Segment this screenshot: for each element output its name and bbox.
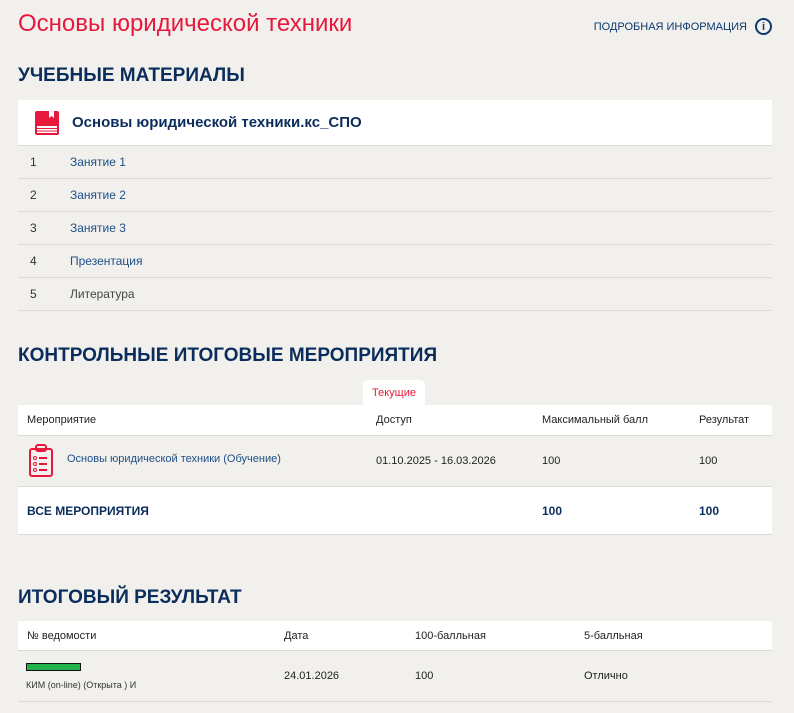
col-header: Результат (699, 414, 750, 426)
info-icon: i (755, 18, 772, 35)
sheet-name: КИМ (on-line) (Открыта ) И (26, 680, 137, 690)
col-header: № ведомости (27, 629, 97, 642)
col-header: Дата (284, 629, 309, 642)
list-item[interactable]: 5 Литература (18, 278, 772, 311)
list-item[interactable]: 4 Презентация (18, 245, 772, 278)
progress-fill (27, 664, 80, 670)
col-header: 100-балльная (415, 629, 486, 642)
result: 100 (699, 455, 718, 467)
col-header: Доступ (376, 414, 412, 426)
date: 24.01.2026 (284, 670, 340, 682)
list-item[interactable]: 3 Занятие 3 (18, 212, 772, 245)
total-row: ВСЕ МЕРОПРИЯТИЯ 100 100 (18, 487, 772, 535)
material-link[interactable]: Занятие 1 (70, 155, 126, 169)
more-info-label: ПОДРОБНАЯ ИНФОРМАЦИЯ (593, 20, 747, 33)
table-row: Основы юридической техники (Обучение) 01… (18, 436, 772, 487)
control-heading: КОНТРОЛЬНЫЕ ИТОГОВЫЕ МЕРОПРИЯТИЯ (18, 345, 438, 366)
tab-current[interactable]: Текущие (363, 380, 425, 406)
table-header: № ведомости Дата 100-балльная 5-балльная (18, 621, 772, 651)
page-title: Основы юридической техники (18, 10, 353, 37)
table-row: КИМ (on-line) (Открыта ) И 24.01.2026 10… (18, 651, 772, 702)
total-max: 100 (542, 503, 563, 518)
score-5: Отлично (584, 670, 628, 682)
event-link[interactable]: Основы юридической техники (Обучение) (67, 453, 281, 465)
course-card: Основы юридической техники.кс_СПО (18, 100, 772, 146)
more-info-link[interactable]: ПОДРОБНАЯ ИНФОРМАЦИЯ i (594, 18, 772, 35)
col-header: Мероприятие (27, 414, 97, 426)
max-score: 100 (542, 455, 561, 467)
list-item[interactable]: 1 Занятие 1 (18, 146, 772, 179)
item-number: 4 (30, 254, 37, 268)
progress-bar (26, 663, 81, 671)
col-header: 5-балльная (584, 629, 643, 642)
materials-heading: УЧЕБНЫЕ МАТЕРИАЛЫ (18, 65, 245, 86)
material-link[interactable]: Презентация (70, 254, 143, 268)
item-number: 1 (30, 155, 37, 169)
clipboard-icon (29, 444, 53, 477)
course-title: Основы юридической техники.кс_СПО (72, 114, 362, 131)
access-dates: 01.10.2025 - 16.03.2026 (376, 455, 496, 467)
material-link[interactable]: Литература (70, 287, 135, 301)
material-link[interactable]: Занятие 2 (70, 188, 126, 202)
total-label: ВСЕ МЕРОПРИЯТИЯ (27, 503, 149, 518)
item-number: 5 (30, 287, 37, 301)
col-header: Максимальный балл (542, 414, 648, 426)
book-icon (35, 110, 59, 135)
total-result: 100 (699, 503, 720, 518)
item-number: 2 (30, 188, 37, 202)
table-header: Мероприятие Доступ Максимальный балл Рез… (18, 405, 772, 436)
material-link[interactable]: Занятие 3 (70, 221, 126, 235)
item-number: 3 (30, 221, 37, 235)
score-100: 100 (415, 670, 434, 682)
final-heading: ИТОГОВЫЙ РЕЗУЛЬТАТ (18, 587, 242, 608)
list-item[interactable]: 2 Занятие 2 (18, 179, 772, 212)
